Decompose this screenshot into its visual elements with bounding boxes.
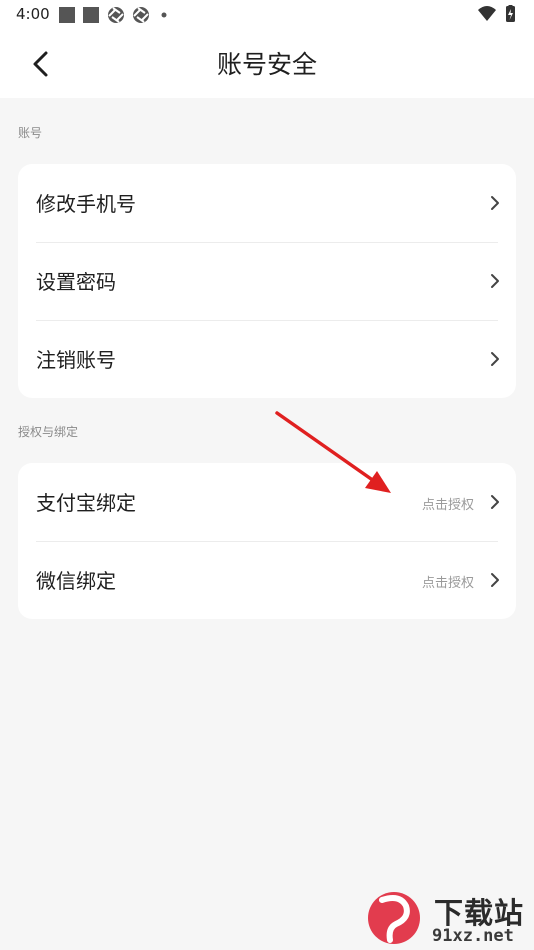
list-item-label: 微信绑定 [36, 569, 116, 593]
status-bar: 4:00 [0, 0, 534, 30]
list-item-label: 修改手机号 [36, 192, 136, 216]
chevron-right-icon [491, 274, 499, 288]
chevron-right-icon [491, 352, 499, 366]
aperture-icon [108, 7, 124, 23]
aperture-icon [133, 7, 149, 23]
navigation-bar: 账号安全 [0, 30, 534, 98]
watermark: 下载站 91xz.net [360, 888, 534, 950]
status-notification-icons [59, 7, 167, 23]
chevron-right-icon [491, 196, 499, 210]
chevron-right-icon [491, 573, 499, 587]
page-title: 账号安全 [216, 50, 317, 79]
list-item-status: 点击授权 [421, 498, 474, 513]
list-item-alipay-binding[interactable]: 支付宝绑定 点击授权 [18, 463, 516, 541]
dot-icon [161, 12, 167, 18]
wifi-icon [478, 6, 496, 21]
list-item-label: 支付宝绑定 [36, 491, 136, 515]
status-system-icons [478, 5, 515, 22]
authorization-card: 支付宝绑定 点击授权 微信绑定 点击授权 [18, 463, 516, 619]
section-label-authorization: 授权与绑定 [18, 425, 79, 439]
list-item-label: 注销账号 [36, 348, 116, 372]
watermark-url: 91xz.net [432, 926, 514, 946]
list-item-status: 点击授权 [421, 576, 474, 591]
section-label-account: 账号 [18, 126, 43, 140]
list-item-wechat-binding[interactable]: 微信绑定 点击授权 [18, 541, 516, 619]
chevron-right-icon [491, 495, 499, 509]
square-icon [59, 7, 75, 23]
status-time: 4:00 [16, 5, 50, 23]
account-card: 修改手机号 设置密码 注销账号 [18, 164, 516, 398]
square-icon [83, 7, 99, 23]
list-item-delete-account[interactable]: 注销账号 [18, 320, 516, 398]
list-item-set-password[interactable]: 设置密码 [18, 242, 516, 320]
battery-icon [506, 5, 515, 22]
watermark-logo-icon [368, 892, 420, 944]
list-item-change-phone[interactable]: 修改手机号 [18, 164, 516, 242]
list-item-label: 设置密码 [36, 270, 116, 294]
